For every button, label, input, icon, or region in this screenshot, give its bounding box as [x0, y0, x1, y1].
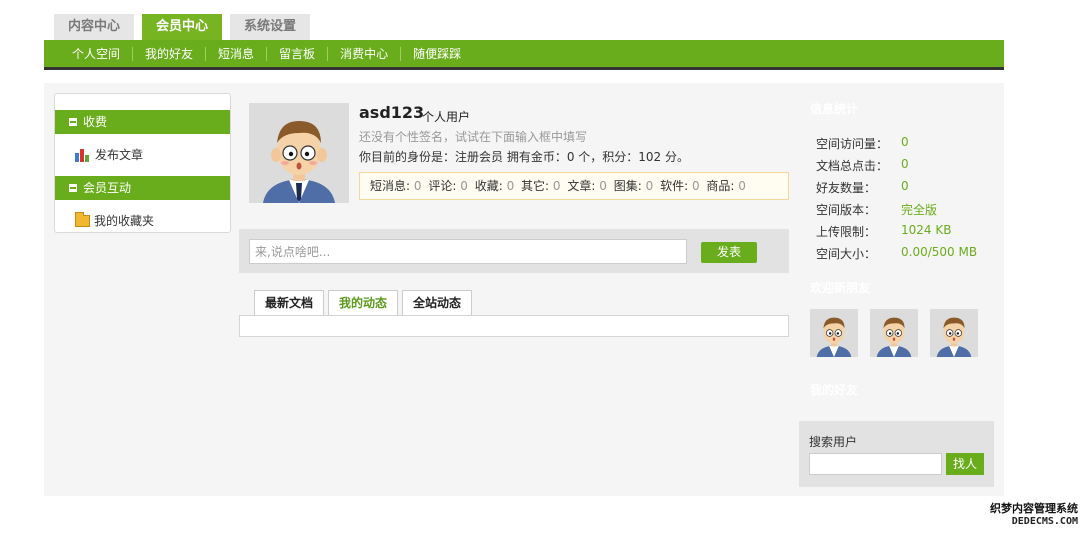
- tab-member-center[interactable]: 会员中心: [142, 14, 223, 40]
- counts-bar: 短消息: 0 评论: 0 收藏: 0 其它: 0 文章: 0 图集: 0 软件:…: [359, 172, 789, 200]
- stat-value: 0.00/500 MB: [901, 245, 978, 259]
- signature: 还没有个性签名，试试在下面输入框中填写: [359, 130, 588, 144]
- count-label[interactable]: 短消息:: [370, 179, 410, 193]
- count-value: 0: [738, 179, 746, 193]
- tab-site-activity[interactable]: 全站动态: [402, 290, 473, 316]
- menu-item-label: 我的收藏夹: [94, 214, 155, 228]
- info-stats-title: 信息统计: [810, 102, 859, 116]
- menu-item-label: 发布文章: [95, 148, 144, 162]
- stat-label: 空间大小：: [816, 247, 877, 261]
- user-search: 搜索用户 找人: [799, 421, 994, 487]
- count-label[interactable]: 商品:: [706, 179, 734, 193]
- count-value: 0: [645, 179, 654, 193]
- main-panel: 收费 发布文章 会员互动 我的收藏夹 asd123 个人用户 还没有个性签名，试…: [44, 83, 1004, 496]
- stat-label: 文档总点击：: [816, 159, 889, 173]
- count-label[interactable]: 其它:: [521, 179, 549, 193]
- search-input[interactable]: [809, 453, 942, 475]
- nav-consumption[interactable]: 消费中心: [328, 46, 402, 61]
- count-label[interactable]: 图集:: [614, 179, 642, 193]
- nav-messages[interactable]: 短消息: [206, 46, 268, 61]
- tab-latest-docs[interactable]: 最新文档: [254, 290, 325, 316]
- stat-label: 上传限制：: [816, 225, 877, 239]
- menu-item-publish-article[interactable]: 发布文章: [75, 145, 143, 165]
- visitor-avatar[interactable]: [930, 309, 978, 357]
- identity-status: 你目前的身份是：注册会员 拥有金币：0 个，积分：102 分。: [359, 150, 689, 164]
- tab-system-settings[interactable]: 系统设置: [230, 14, 311, 40]
- visitor-avatar[interactable]: [810, 309, 858, 357]
- stat-label: 空间访问量：: [816, 137, 889, 151]
- post-bar: 发表: [239, 229, 789, 273]
- my-friends-title: 我的好友: [810, 383, 859, 397]
- left-menu: 收费 发布文章 会员互动 我的收藏夹: [54, 93, 231, 233]
- stat-value: 0: [901, 179, 909, 193]
- count-value: 0: [599, 179, 607, 193]
- new-friends-title: 欢迎新朋友: [810, 281, 871, 295]
- post-input[interactable]: [249, 239, 687, 264]
- folder-icon: [75, 212, 90, 227]
- tab-content-center[interactable]: 内容中心: [54, 14, 135, 40]
- menu-section-interaction[interactable]: 会员互动: [55, 176, 230, 200]
- watermark-line2: DEDECMS.COM: [1011, 516, 1078, 527]
- count-label[interactable]: 软件:: [660, 179, 688, 193]
- count-value: 0: [413, 179, 422, 193]
- count-value: 0: [552, 179, 561, 193]
- menu-section-label: 会员互动: [83, 181, 132, 195]
- stat-label: 空间版本：: [816, 203, 877, 217]
- user-type: 个人用户: [422, 110, 471, 124]
- nav-personal-space[interactable]: 个人空间: [60, 46, 134, 61]
- tab-my-activity[interactable]: 我的动态: [328, 290, 399, 316]
- watermark-line1: 织梦内容管理系统: [990, 502, 1078, 515]
- nav-browse[interactable]: 随便踩踩: [401, 47, 473, 61]
- menu-section-label: 收费: [83, 115, 108, 129]
- count-label[interactable]: 收藏:: [475, 179, 503, 193]
- watermark: 织梦内容管理系统 DEDECMS.COM: [974, 500, 1078, 527]
- stat-value: 1024 KB: [901, 223, 952, 237]
- menu-item-favorites[interactable]: 我的收藏夹: [75, 211, 154, 231]
- search-button[interactable]: 找人: [946, 453, 984, 475]
- count-label[interactable]: 文章:: [567, 179, 595, 193]
- feed-content: [239, 315, 789, 337]
- stat-label: 好友数量：: [816, 181, 877, 195]
- chart-bars-icon: [75, 148, 91, 162]
- username: asd123: [359, 103, 425, 122]
- count-value: 0: [691, 179, 700, 193]
- feed-tabs: 最新文档 我的动态 全站动态: [254, 290, 476, 316]
- collapse-icon: [69, 184, 77, 192]
- count-label[interactable]: 评论:: [428, 179, 456, 193]
- collapse-icon: [69, 118, 77, 126]
- visitor-avatar[interactable]: [870, 309, 918, 357]
- stat-value: 0: [901, 157, 909, 171]
- avatar[interactable]: [249, 103, 349, 203]
- nav-guestbook[interactable]: 留言板: [267, 46, 329, 61]
- nav-my-friends[interactable]: 我的好友: [133, 46, 207, 61]
- stat-value: 0: [901, 135, 909, 149]
- stat-value: 完全版: [901, 203, 938, 217]
- post-button[interactable]: 发表: [701, 242, 757, 263]
- top-tabs: 内容中心 会员中心 系统设置: [54, 14, 318, 40]
- count-value: 0: [460, 179, 468, 193]
- member-nav: 个人空间 我的好友 短消息 留言板 消费中心 随便踩踩: [44, 40, 1004, 70]
- menu-section-charge[interactable]: 收费: [55, 110, 230, 134]
- count-value: 0: [506, 179, 515, 193]
- search-label: 搜索用户: [809, 435, 858, 449]
